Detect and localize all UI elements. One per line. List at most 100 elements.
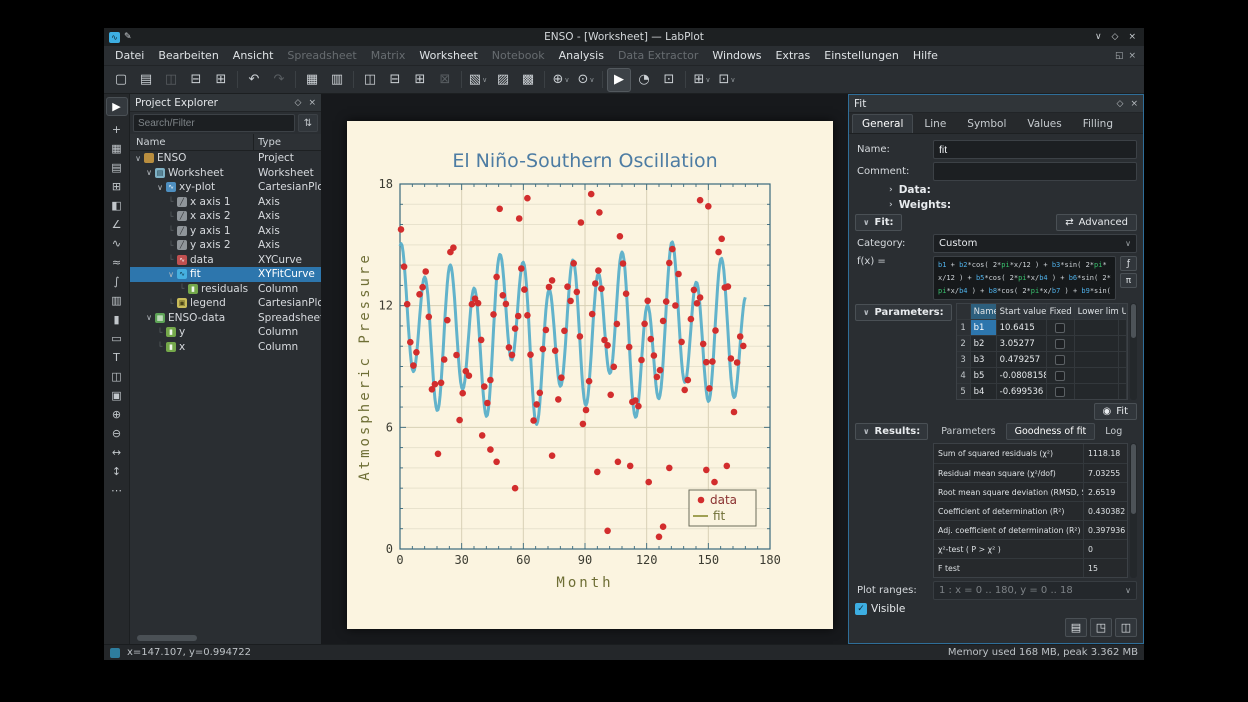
menu-einstellungen[interactable]: Einstellungen <box>817 47 906 64</box>
param-lower-limit-cell[interactable] <box>1075 351 1119 367</box>
load-template-button[interactable]: ▤ <box>1065 618 1087 637</box>
layout-vertical-button[interactable]: ◫ <box>358 68 382 92</box>
goodness-of-fit-table[interactable]: Sum of squared residuals (χ²)1118.18Resi… <box>933 443 1128 578</box>
param-upper-limit-cell[interactable] <box>1119 335 1127 351</box>
navigate-tool-button[interactable]: ◔ <box>632 68 656 92</box>
results-section-toggle[interactable]: ∨ Results: <box>855 423 928 440</box>
crosshair-tool-button[interactable]: + <box>106 120 128 139</box>
add-plot-button[interactable]: ◧ <box>106 196 128 215</box>
parameters-table[interactable]: NameStart valueFixedLower limitUpper lim… <box>956 303 1128 400</box>
tree-row-y[interactable]: └▮yColumn <box>130 325 321 340</box>
param-name-cell[interactable]: b1 <box>971 319 997 335</box>
maximize-icon[interactable]: ◇ <box>1112 32 1119 42</box>
zoom-in-button[interactable]: ⊕ <box>106 405 128 424</box>
fixed-checkbox[interactable] <box>1055 387 1065 397</box>
float-panel-icon[interactable]: ◇ <box>295 98 302 108</box>
layout-grid-button[interactable]: ⊞ <box>408 68 432 92</box>
visible-checkbox[interactable]: ✓ <box>855 603 867 615</box>
results-tab-log[interactable]: Log <box>1096 423 1131 440</box>
comment-field[interactable] <box>933 162 1137 181</box>
add-text-button[interactable]: ▨ <box>491 68 515 92</box>
formula-field[interactable]: b1 + b2*cos( 2*pi*x/12 ) + b3*sin( 2*pi*… <box>933 256 1116 300</box>
tree-column-headers[interactable]: Name Type <box>130 134 321 151</box>
new-spreadsheet-button[interactable]: ▥ <box>325 68 349 92</box>
tree-row-xy-plot[interactable]: ∨∿xy-plotCartesianPlot <box>130 180 321 195</box>
tree-row-worksheet[interactable]: ∨▤WorksheetWorksheet <box>130 166 321 181</box>
tree-row-y-axis-2[interactable]: └╱y axis 2Axis <box>130 238 321 253</box>
param-fixed-cell[interactable] <box>1047 319 1075 335</box>
plot-title[interactable]: El Niño-Southern Oscillation <box>452 150 717 172</box>
collapse-icon[interactable]: ∨ <box>144 168 154 177</box>
zoom-button[interactable]: ⊕∨ <box>549 68 573 92</box>
tree-row-data[interactable]: └∿dataXYCurve <box>130 253 321 268</box>
param-fixed-cell[interactable] <box>1047 351 1075 367</box>
select-tool-button[interactable]: ▶ <box>607 68 631 92</box>
plot-legend[interactable]: datafit <box>689 490 756 526</box>
param-start-value-cell[interactable]: -0.0808158 <box>997 367 1047 383</box>
add-plot-button[interactable]: ▧∨ <box>466 68 490 92</box>
print-preview-button[interactable]: ⊞ <box>209 68 233 92</box>
collapse-icon[interactable]: ∨ <box>133 154 143 163</box>
add-histogram-button[interactable]: ▥ <box>106 291 128 310</box>
child-close-button[interactable]: × <box>1128 51 1136 61</box>
fixed-checkbox[interactable] <box>1055 355 1065 365</box>
export-button[interactable]: ◫ <box>1115 618 1137 637</box>
collapse-icon[interactable]: ∨ <box>155 183 165 192</box>
tree-row-enso-data[interactable]: ∨▦ENSO-dataSpreadsheet <box>130 311 321 326</box>
worksheet-view[interactable]: 0306090120150180061218El Niño-Southern O… <box>322 94 848 644</box>
fit-section-toggle[interactable]: ∨ Fit: <box>855 214 902 231</box>
param-start-value-cell[interactable]: 0.479257 <box>997 351 1047 367</box>
fixed-checkbox[interactable] <box>1055 371 1065 381</box>
param-lower-limit-cell[interactable] <box>1075 383 1119 399</box>
column-header-type[interactable]: Type <box>254 134 321 150</box>
zoom-out-button[interactable]: ⊖ <box>106 424 128 443</box>
open-project-button[interactable]: ▤ <box>134 68 158 92</box>
param-upper-limit-cell[interactable] <box>1119 319 1127 335</box>
close-icon[interactable]: × <box>1128 32 1136 42</box>
param-header-lower-limit[interactable]: Lower limit <box>1075 304 1119 319</box>
new-worksheet-button[interactable]: ▦ <box>300 68 324 92</box>
add-box-plot-button[interactable]: ▭ <box>106 329 128 348</box>
menu-datei[interactable]: Datei <box>108 47 151 64</box>
menu-windows[interactable]: Windows <box>705 47 768 64</box>
name-field[interactable] <box>933 140 1137 159</box>
menu-analysis[interactable]: Analysis <box>552 47 611 64</box>
weights-section-toggle[interactable]: › Weights: <box>855 199 1137 211</box>
results-tab-goodness-of-fit[interactable]: Goodness of fit <box>1006 423 1096 440</box>
menu-hilfe[interactable]: Hilfe <box>906 47 945 64</box>
parameters-scrollbar[interactable] <box>1130 303 1137 400</box>
advanced-button[interactable]: ⇄ Advanced <box>1056 214 1137 231</box>
search-input[interactable] <box>133 114 295 132</box>
column-header-name[interactable]: Name <box>130 134 254 150</box>
magnification-button[interactable]: ⊙∨ <box>574 68 598 92</box>
menu-bearbeiten[interactable]: Bearbeiten <box>151 47 225 64</box>
menu-extras[interactable]: Extras <box>768 47 817 64</box>
tree-row-x-axis-2[interactable]: └╱x axis 2Axis <box>130 209 321 224</box>
param-fixed-cell[interactable] <box>1047 335 1075 351</box>
tree-row-enso[interactable]: ∨ENSOProject <box>130 151 321 166</box>
tree-row-x[interactable]: └▮xColumn <box>130 340 321 355</box>
more-tools-button[interactable]: ⋯ <box>106 481 128 500</box>
add-bar-plot-button[interactable]: ▮ <box>106 310 128 329</box>
param-name-cell[interactable]: b4 <box>971 383 997 399</box>
tree-row-y-axis-1[interactable]: └╱y axis 1Axis <box>130 224 321 239</box>
fit-curve-path[interactable] <box>400 242 745 424</box>
enso-plot[interactable]: 0306090120150180061218El Niño-Southern O… <box>347 121 833 629</box>
run-fit-button[interactable]: ◉ Fit <box>1094 403 1137 420</box>
add-fit-curve-button[interactable]: ∫ <box>106 272 128 291</box>
tab-filling[interactable]: Filling <box>1073 114 1123 133</box>
category-select[interactable]: Custom ∨ <box>933 234 1137 253</box>
print-button[interactable]: ⊟ <box>184 68 208 92</box>
add-image-button[interactable]: ▩ <box>516 68 540 92</box>
y-axis-label[interactable]: Atmospheric Pressure <box>357 252 373 481</box>
collapse-icon[interactable]: ∨ <box>166 270 176 279</box>
menu-worksheet[interactable]: Worksheet <box>412 47 484 64</box>
undo-button[interactable]: ↶ <box>242 68 266 92</box>
results-tab-parameters[interactable]: Parameters <box>932 423 1004 440</box>
param-fixed-cell[interactable] <box>1047 383 1075 399</box>
add-text-label-button[interactable]: T <box>106 348 128 367</box>
tree-row-fit[interactable]: ∨∿fitXYFitCurve <box>130 267 321 282</box>
scroll-vertical-button[interactable]: ↕ <box>106 462 128 481</box>
close-panel-icon[interactable]: × <box>1130 99 1138 109</box>
add-image-button[interactable]: ◫ <box>106 367 128 386</box>
